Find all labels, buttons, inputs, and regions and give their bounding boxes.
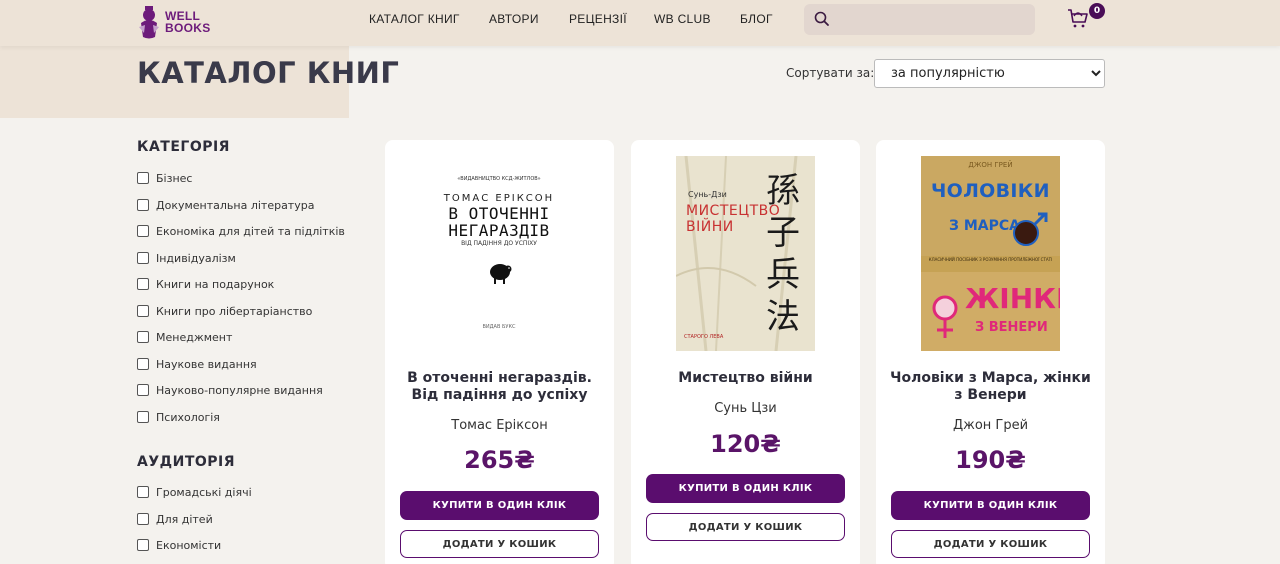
category-filter-item[interactable]: Наукове видання xyxy=(137,356,257,372)
add-to-cart-button[interactable]: ДОДАТИ У КОШИК xyxy=(646,513,845,541)
audience-filter-item[interactable]: Громадські діячі xyxy=(137,484,252,500)
category-filter-item[interactable]: Науково-популярне видання xyxy=(137,382,323,398)
checkbox[interactable] xyxy=(137,225,149,237)
book-title[interactable]: В оточенні негараздів. Від падіння до ус… xyxy=(397,370,602,404)
checkbox[interactable] xyxy=(137,172,149,184)
category-filter-item[interactable]: Книги на подарунок xyxy=(137,276,274,292)
buy-one-click-button[interactable]: КУПИТИ В ОДИН КЛІК xyxy=(400,491,599,520)
checkbox[interactable] xyxy=(137,384,149,396)
checkbox[interactable] xyxy=(137,513,149,525)
buy-one-click-button[interactable]: КУПИТИ В ОДИН КЛІК xyxy=(646,474,845,503)
nav-reviews[interactable]: РЕЦЕНЗІЇ xyxy=(569,12,627,26)
nav-authors[interactable]: АВТОРИ xyxy=(489,12,539,26)
venus-symbol-icon xyxy=(932,295,958,338)
logo-icon xyxy=(139,6,159,39)
logo[interactable]: WELL BOOKS xyxy=(136,2,211,42)
checkbox[interactable] xyxy=(137,252,149,264)
audience-filter-item[interactable]: Економісти xyxy=(137,537,221,553)
book-price: 265₴ xyxy=(464,446,535,474)
cover-author: ТОМАС ЕРІКСОН xyxy=(443,193,555,204)
mars-symbol-icon xyxy=(1013,212,1048,246)
cover-author: Сунь-Дзи xyxy=(688,190,727,199)
checkbox[interactable] xyxy=(137,305,149,317)
category-filter-item[interactable]: Книги про лібертаріанство xyxy=(137,303,312,319)
checkbox[interactable] xyxy=(137,539,149,551)
category-filter-item[interactable]: Документальна література xyxy=(137,197,314,213)
book-price: 190₴ xyxy=(955,446,1026,474)
book-cover[interactable]: ДЖОН ГРЕЙ ЧОЛОВІКИ З МАРСА КЛАСИЧНИЙ ПОС… xyxy=(921,156,1060,351)
cart-count-badge: 0 xyxy=(1089,3,1105,19)
sort-label: Сортувати за: xyxy=(786,66,875,80)
sheep-illustration-icon xyxy=(490,264,512,284)
cover-title-line2: НЕГАРАЗДІВ xyxy=(448,221,550,240)
cover-subtitle: ВІД ПАДІННЯ ДО УСПІХУ xyxy=(461,240,537,247)
book-author[interactable]: Томас Еріксон xyxy=(385,418,614,433)
cover-title-line4: З ВЕНЕРИ xyxy=(975,320,1048,335)
logo-line2: BOOKS xyxy=(165,21,211,35)
cover-calligraphy: 孫子兵法 xyxy=(766,171,800,337)
checkbox[interactable] xyxy=(137,358,149,370)
nav-wb-club[interactable]: WB CLUB xyxy=(654,12,711,26)
nav-blog[interactable]: БЛОГ xyxy=(740,12,773,26)
cover-publisher-logo: СТАРОГО ЛЕВА xyxy=(684,334,724,340)
search-input[interactable] xyxy=(836,4,1031,35)
add-to-cart-button[interactable]: ДОДАТИ У КОШИК xyxy=(400,530,599,558)
buy-one-click-button[interactable]: КУПИТИ В ОДИН КЛІК xyxy=(891,491,1090,520)
book-author[interactable]: Джон Грей xyxy=(876,418,1105,433)
page-title: КАТАЛОГ КНИГ xyxy=(137,56,400,90)
book-card[interactable]: «ВИДАВНИЦТВО КСД-ЖИТЛОВ» ТОМАС ЕРІКСОН В… xyxy=(385,140,614,564)
category-filter-title: КАТЕГОРІЯ xyxy=(137,139,230,155)
checkbox[interactable] xyxy=(137,331,149,343)
book-price: 120₴ xyxy=(710,430,781,458)
book-author[interactable]: Сунь Цзи xyxy=(631,401,860,416)
audience-filter-title: АУДИТОРІЯ xyxy=(137,454,236,470)
add-to-cart-button[interactable]: ДОДАТИ У КОШИК xyxy=(891,530,1090,558)
cover-publisher-logo: ВИДАВ БУКС xyxy=(482,324,516,330)
book-cover[interactable]: Сунь-Дзи МИСТЕЦТВО ВІЙНИ 孫子兵法 СТАРОГО ЛЕ… xyxy=(676,156,815,351)
site-header: WELL BOOKS КАТАЛОГ КНИГ АВТОРИ РЕЦЕНЗІЇ … xyxy=(0,0,1280,46)
cover-title-line1: В ОТОЧЕННІ xyxy=(448,204,550,223)
audience-filter-item[interactable]: Для дітей xyxy=(137,511,213,527)
category-filter-item[interactable]: Менеджмент xyxy=(137,329,232,345)
category-filter-item[interactable]: Економіка для дітей та підлітків xyxy=(137,223,345,239)
search-icon[interactable] xyxy=(814,11,830,27)
book-card[interactable]: Сунь-Дзи МИСТЕЦТВО ВІЙНИ 孫子兵法 СТАРОГО ЛЕ… xyxy=(631,140,860,564)
book-title[interactable]: Мистецтво війни xyxy=(643,370,848,387)
checkbox[interactable] xyxy=(137,486,149,498)
category-filter-item[interactable]: Індивідуалізм xyxy=(137,250,236,266)
book-cover[interactable]: «ВИДАВНИЦТВО КСД-ЖИТЛОВ» ТОМАС ЕРІКСОН В… xyxy=(404,156,594,356)
checkbox[interactable] xyxy=(137,411,149,423)
checkbox[interactable] xyxy=(137,278,149,290)
search-box xyxy=(804,4,1035,35)
cover-publisher: «ВИДАВНИЦТВО КСД-ЖИТЛОВ» xyxy=(457,176,541,182)
nav-catalog[interactable]: КАТАЛОГ КНИГ xyxy=(369,12,460,26)
cover-band-text: КЛАСИЧНИЙ ПОСІБНИК З РОЗУМІННЯ ПРОТИЛЕЖН… xyxy=(928,257,1053,262)
category-filter-item[interactable]: Психологія xyxy=(137,409,220,425)
cover-title-line1: ЧОЛОВІКИ xyxy=(931,180,1050,202)
book-title[interactable]: Чоловіки з Марса, жінки з Венери xyxy=(888,370,1093,404)
checkbox[interactable] xyxy=(137,199,149,211)
category-filter-item[interactable]: Бізнес xyxy=(137,170,192,186)
book-card[interactable]: ДЖОН ГРЕЙ ЧОЛОВІКИ З МАРСА КЛАСИЧНИЙ ПОС… xyxy=(876,140,1105,564)
cover-author: ДЖОН ГРЕЙ xyxy=(968,161,1013,169)
cover-title-line3: ЖІНКИ xyxy=(965,282,1060,315)
sort-select[interactable]: за популярністю xyxy=(874,59,1105,88)
cart-icon[interactable] xyxy=(1066,6,1090,30)
